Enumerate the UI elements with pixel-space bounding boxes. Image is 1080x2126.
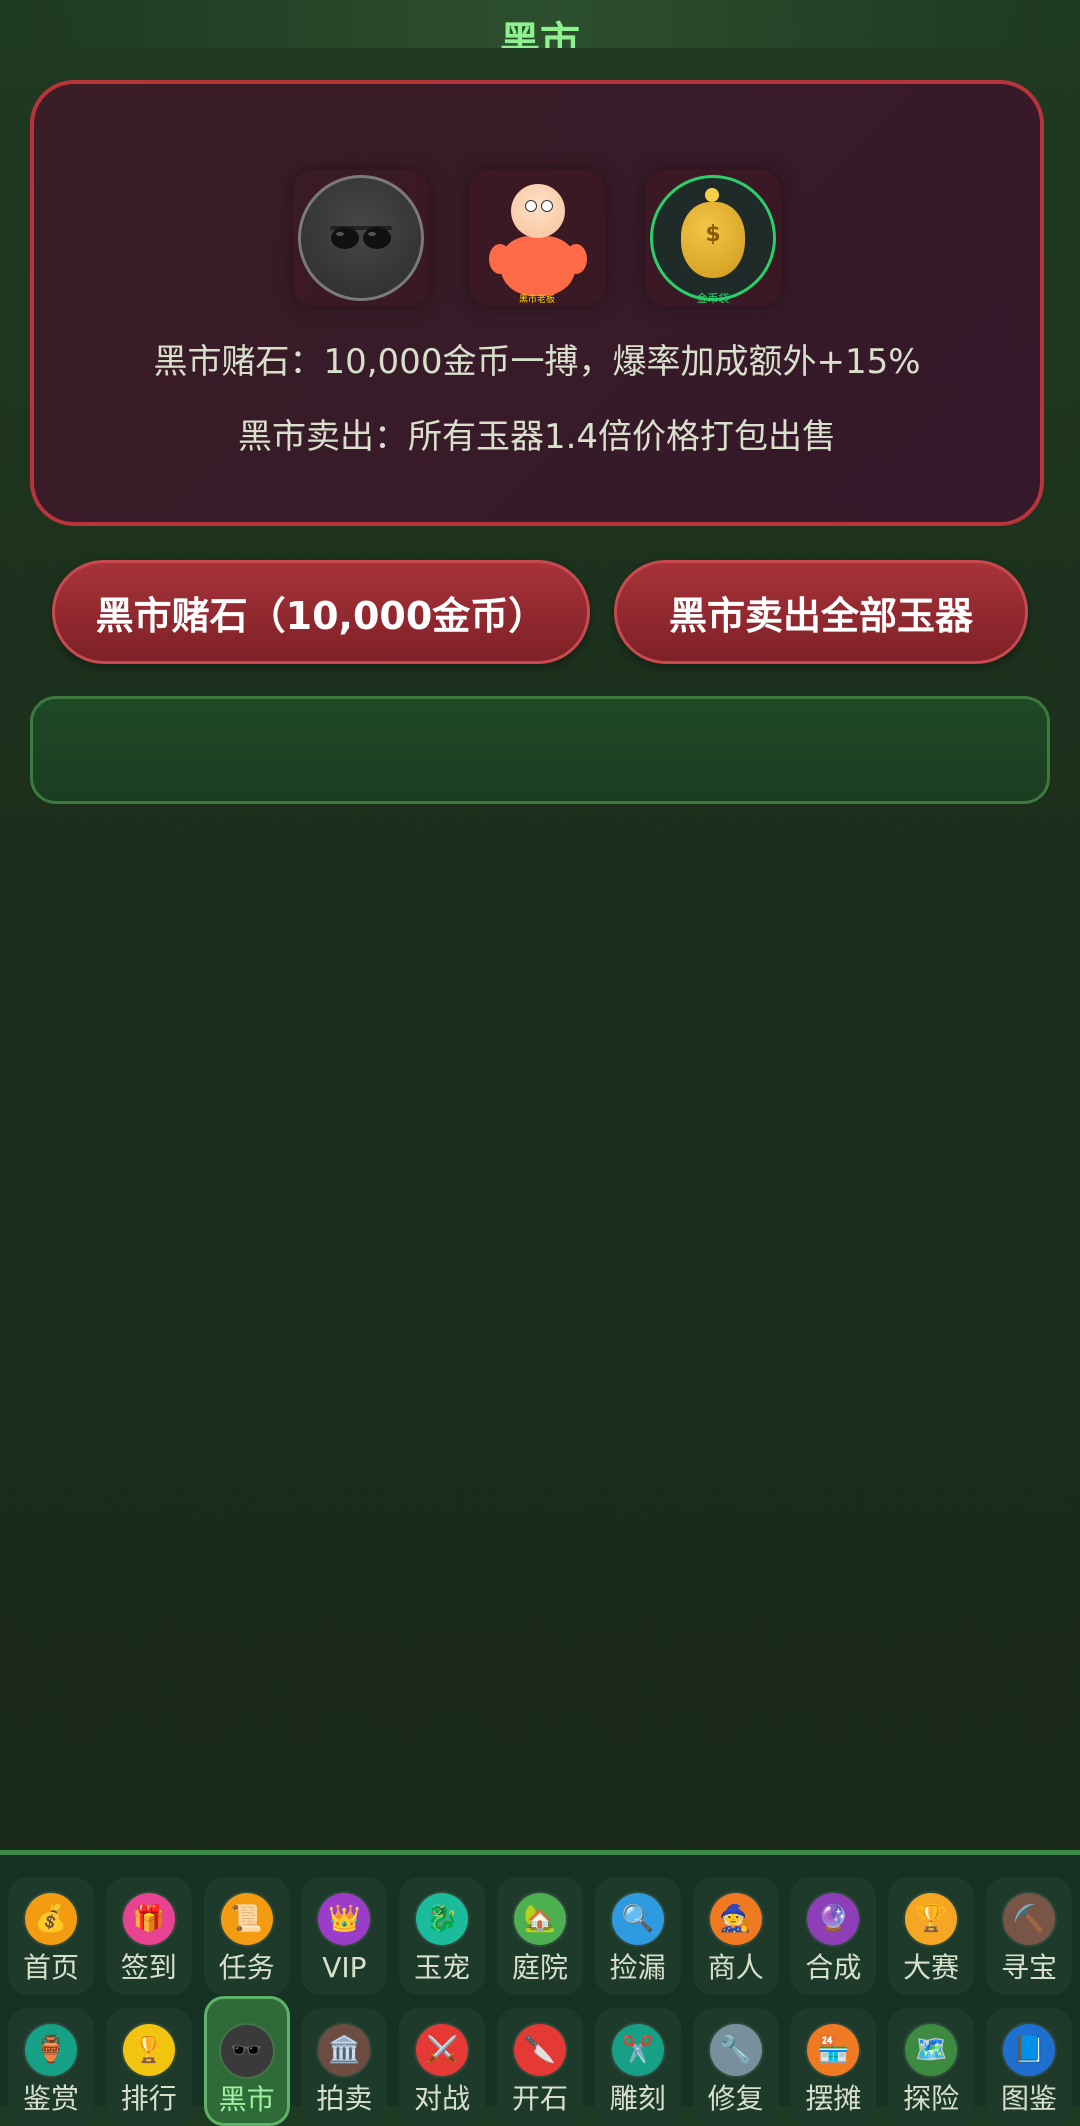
nav-item[interactable]: 🎁 签到 <box>105 1877 192 1995</box>
nav-item[interactable]: 🔍 捡漏 <box>594 1877 681 1995</box>
nav-row-1: 💰 首页 🎁 签到 📜 任务 👑 VIP 🐉 玉宠 🏡 庭院 🔍 捡漏 🧙 商人 🔮 合成 🏆 大赛 ⛏️ 寻宝 <box>8 1877 1072 1995</box>
sunglasses-icon <box>330 226 392 249</box>
nav-item[interactable]: ✂️ 雕刻 <box>594 2008 681 2126</box>
nav-item[interactable]: 🏛️ 拍卖 <box>301 2008 388 2126</box>
nav-label: 开石 <box>511 2082 568 2115</box>
nav-item[interactable]: 🔪 开石 <box>496 2008 583 2126</box>
nav-item[interactable]: 💰 首页 <box>8 1877 94 1995</box>
nav-item[interactable]: 👑 VIP <box>301 1877 388 1995</box>
nav-item[interactable]: 🏪 摆摊 <box>790 2008 877 2126</box>
nav-item[interactable]: 🏺 鉴赏 <box>8 2008 94 2126</box>
money-bag-icon: $ 金币袋 <box>650 175 776 305</box>
nav-label: 任务 <box>218 1951 275 1984</box>
gamble-description: 黑市赌石：10,000金币一搏，爆率加成额外+15% <box>153 342 921 382</box>
nav-item[interactable]: 🐉 玉宠 <box>399 1877 486 1995</box>
black-market-boss-avatar: 黑市老板 <box>469 170 605 306</box>
nav-label: 合成 <box>805 1951 862 1984</box>
nav-item[interactable]: ⚔️ 对战 <box>399 2008 486 2126</box>
sell-all-jade-button[interactable]: 黑市卖出全部玉器 <box>614 560 1028 664</box>
scroll-icon: 📜 <box>220 1893 273 1945</box>
nav-label: 首页 <box>22 1951 79 1984</box>
merchant-icon: 🧙 <box>709 1893 762 1945</box>
knife-icon: 🔪 <box>513 2024 566 2076</box>
nav-label: 拍卖 <box>316 2082 373 2115</box>
nav-item[interactable]: 🗺️ 探险 <box>888 2008 975 2126</box>
dragon-icon: 🐉 <box>416 1893 469 1945</box>
shop-icon: 🏪 <box>807 2024 860 2076</box>
nav-label: 玉宠 <box>414 1951 471 1984</box>
nav-label: 摆摊 <box>805 2082 862 2115</box>
nav-label: 鉴赏 <box>22 2082 79 2115</box>
gold-bag-avatar: $ 金币袋 <box>645 170 781 306</box>
nav-item[interactable]: 🔮 合成 <box>790 1877 877 1995</box>
book-icon: 📘 <box>1002 2024 1055 2076</box>
money-bag-icon: 💰 <box>25 1893 77 1945</box>
pickaxe-icon: ⛏️ <box>1002 1893 1055 1945</box>
nav-item[interactable]: 🏡 庭院 <box>496 1877 583 1995</box>
sunglasses-icon: 🕶️ <box>220 2025 273 2077</box>
black-market-gamble-button[interactable]: 黑市赌石（10,000金币） <box>52 560 590 664</box>
scissors-icon: ✂️ <box>611 2024 664 2076</box>
crystal-ball-icon: 🔮 <box>807 1893 860 1945</box>
nav-label: 对战 <box>414 2082 471 2115</box>
nav-item[interactable]: 📜 任务 <box>203 1877 290 1995</box>
nav-item[interactable]: 🏆 排行 <box>105 2008 192 2126</box>
sunglasses-avatar <box>293 170 429 306</box>
gift-icon: 🎁 <box>122 1893 175 1945</box>
trophy-icon: 🏆 <box>905 1893 958 1945</box>
nav-label: 签到 <box>120 1951 177 1984</box>
bottom-navigation: 💰 首页 🎁 签到 📜 任务 👑 VIP 🐉 玉宠 🏡 庭院 🔍 捡漏 🧙 商人 🔮 合成 🏆 大赛 ⛏️ 寻宝 🏺 鉴赏 🏆… <box>0 1850 1080 2126</box>
nav-label: 大赛 <box>903 1951 960 1984</box>
avatar-row: 黑市老板 $ 金币袋 <box>34 170 1040 306</box>
nav-label: VIP <box>322 1951 367 1984</box>
nav-item[interactable]: 🔧 修复 <box>692 2008 779 2126</box>
bag-caption: 金币袋 <box>696 292 730 305</box>
nav-label: 雕刻 <box>609 2082 666 2115</box>
nav-label: 修复 <box>707 2082 764 2115</box>
nav-label: 黑市 <box>218 2083 275 2116</box>
nav-item[interactable]: 🏆 大赛 <box>888 1877 975 1995</box>
nav-label: 探险 <box>903 2082 960 2115</box>
nav-label: 捡漏 <box>609 1951 666 1984</box>
nav-item[interactable]: 📘 图鉴 <box>985 2008 1072 2126</box>
nav-label: 排行 <box>120 2082 177 2115</box>
nav-label: 图鉴 <box>1000 2082 1057 2115</box>
nav-label: 庭院 <box>511 1951 568 1984</box>
wrench-icon: 🔧 <box>709 2024 762 2076</box>
trophy-icon: 🏆 <box>122 2024 175 2076</box>
crossed-swords-icon: ⚔️ <box>416 2024 469 2076</box>
result-panel <box>30 696 1050 804</box>
nav-label: 商人 <box>707 1951 764 1984</box>
boss-caption: 黑市老板 <box>518 295 555 305</box>
nav-item[interactable]: ⛏️ 寻宝 <box>985 1877 1072 1995</box>
top-header: 黑市 <box>40 0 1040 48</box>
nav-item[interactable]: 🧙 商人 <box>692 1877 779 1995</box>
crown-icon: 👑 <box>318 1893 371 1945</box>
nav-label: 寻宝 <box>1000 1951 1057 1984</box>
map-icon: 🗺️ <box>905 2024 958 2076</box>
magnifier-icon: 🔍 <box>611 1893 664 1945</box>
house-icon: 🏡 <box>513 1893 566 1945</box>
vase-icon: 🏺 <box>25 2024 77 2076</box>
sell-description: 黑市卖出：所有玉器1.4倍价格打包出售 <box>237 417 837 457</box>
nav-item[interactable]: 🕶️ 黑市 <box>203 1996 290 2126</box>
black-market-info-card: 黑市老板 $ 金币袋 黑市赌石：10,000金币一搏，爆率加成额外+15% 黑市… <box>30 80 1044 526</box>
auction-house-icon: 🏛️ <box>318 2024 371 2076</box>
page-title: 黑市 <box>500 19 580 48</box>
nav-row-2: 🏺 鉴赏 🏆 排行 🕶️ 黑市 🏛️ 拍卖 ⚔️ 对战 🔪 开石 ✂️ 雕刻 🔧 修复 🏪 摆摊 🗺️ 探险 📘 图鉴 <box>8 1996 1072 2126</box>
